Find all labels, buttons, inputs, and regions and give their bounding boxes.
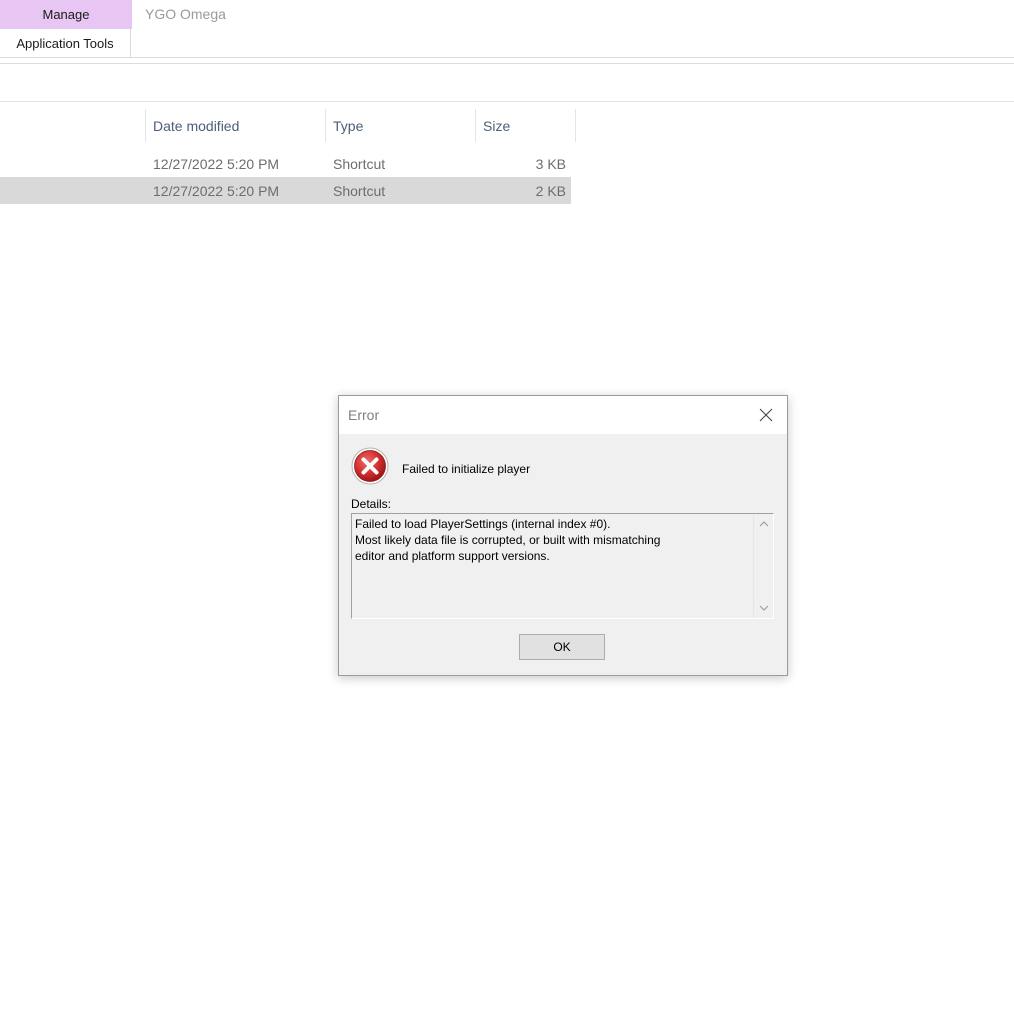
details-text: Failed to load PlayerSettings (internal … bbox=[355, 517, 661, 563]
file-size: 2 KB bbox=[535, 182, 566, 199]
ribbon-divider bbox=[0, 63, 1014, 64]
column-header-size[interactable]: Size bbox=[475, 109, 575, 142]
error-dialog: Error Failed to initialize player Detail… bbox=[338, 395, 788, 676]
file-size: 3 KB bbox=[535, 155, 566, 172]
ok-button[interactable]: OK bbox=[519, 634, 605, 660]
file-date-modified: 12/27/2022 5:20 PM bbox=[153, 182, 280, 199]
close-button[interactable] bbox=[751, 401, 781, 429]
column-header-type[interactable]: Type bbox=[325, 109, 475, 142]
manage-tab[interactable]: Manage bbox=[0, 0, 132, 29]
application-tools-label: Application Tools bbox=[0, 29, 131, 58]
chevron-up-icon bbox=[759, 521, 769, 527]
dialog-titlebar[interactable]: Error bbox=[339, 396, 787, 434]
error-message: Failed to initialize player bbox=[402, 462, 531, 476]
file-date-modified: 12/27/2022 5:20 PM bbox=[153, 155, 280, 172]
scroll-down-button[interactable] bbox=[758, 603, 770, 613]
address-bar-divider bbox=[0, 101, 1014, 102]
ribbon-divider bbox=[0, 57, 1014, 58]
details-scrollbar[interactable] bbox=[753, 514, 773, 618]
chevron-down-icon bbox=[759, 605, 769, 611]
dialog-title: Error bbox=[348, 407, 380, 423]
window-title: YGO Omega bbox=[145, 6, 226, 22]
file-row-selected[interactable]: 12/27/2022 5:20 PM Shortcut 2 KB bbox=[0, 177, 571, 204]
close-icon bbox=[759, 408, 773, 422]
details-textbox[interactable]: Failed to load PlayerSettings (internal … bbox=[351, 513, 774, 619]
scroll-up-button[interactable] bbox=[758, 519, 770, 529]
file-type: Shortcut bbox=[333, 182, 386, 199]
file-type: Shortcut bbox=[333, 155, 386, 172]
error-icon bbox=[351, 447, 389, 485]
column-header-date-modified[interactable]: Date modified bbox=[145, 109, 325, 142]
ribbon-context-tabs: Manage Application Tools bbox=[0, 0, 132, 58]
file-row[interactable]: 12/27/2022 5:20 PM Shortcut 3 KB bbox=[0, 150, 571, 177]
column-separator[interactable] bbox=[575, 109, 576, 142]
details-label: Details: bbox=[351, 497, 392, 511]
